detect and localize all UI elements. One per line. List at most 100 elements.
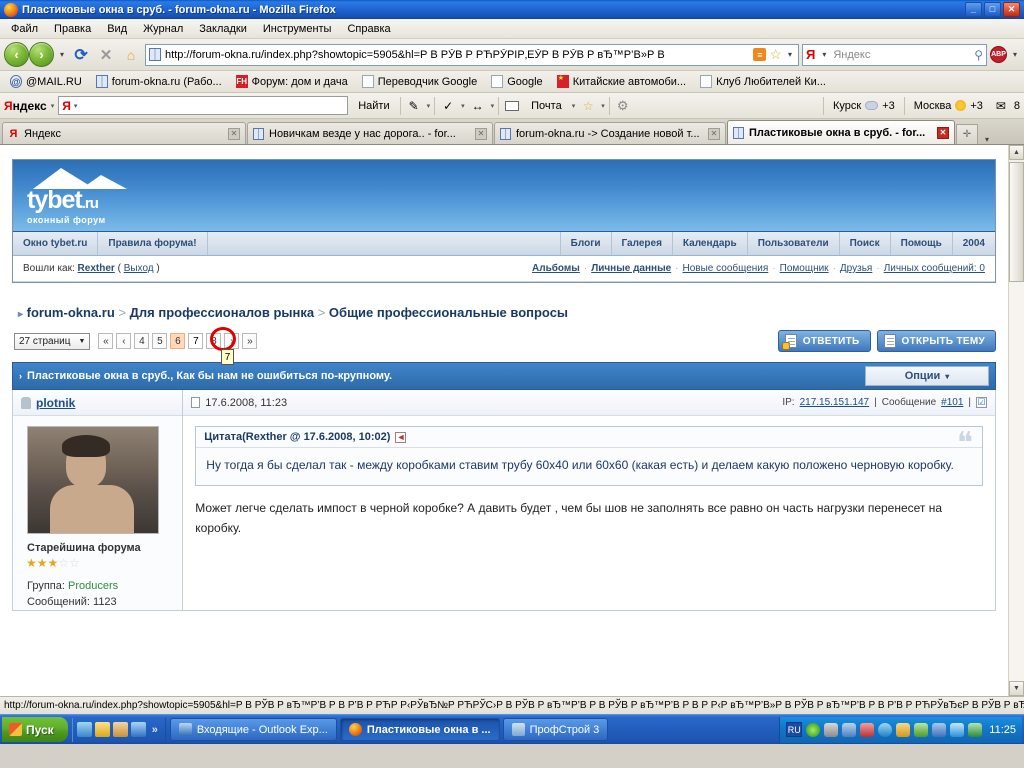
link-assistant[interactable]: Помощник	[780, 263, 829, 274]
mail-count-icon[interactable]: ✉	[992, 97, 1010, 115]
reply-button[interactable]: ОТВЕТИТЬ	[777, 330, 871, 352]
quote-collapse-icon[interactable]: ◄	[395, 431, 407, 443]
breadcrumb-level1[interactable]: Для профессионалов рынка	[130, 305, 314, 320]
minimize-button[interactable]: _	[965, 2, 982, 17]
chevron-down-icon[interactable]: ▾	[601, 102, 605, 110]
scrollbar-track[interactable]	[1009, 282, 1024, 681]
page-last[interactable]: »	[242, 333, 258, 349]
taskbar-item-firefox[interactable]: Пластиковые окна в ...	[339, 718, 500, 741]
tab-novichkam[interactable]: Новичкам везде у нас дорога.. - for... ✕	[247, 122, 493, 144]
menu-view[interactable]: Вид	[100, 21, 134, 37]
nav-okno-tybet[interactable]: Окно tybet.ru	[13, 232, 99, 255]
group-value[interactable]: Producers	[68, 580, 118, 592]
tab-new-topic[interactable]: forum-okna.ru -> Создание новой т... ✕	[494, 122, 726, 144]
menu-bookmarks[interactable]: Закладки	[192, 21, 254, 37]
translate-icon[interactable]: ↔	[469, 97, 487, 115]
weather-widget-kursk[interactable]: Курск +3	[828, 100, 900, 112]
page-next[interactable]: ›	[224, 333, 240, 349]
quicklaunch-folder-icon[interactable]	[112, 722, 128, 737]
back-button[interactable]: ‹	[4, 42, 29, 67]
bookmark-item[interactable]: forum-okna.ru (Рабо...	[90, 74, 228, 89]
ip-address[interactable]: 217.15.151.147	[800, 397, 870, 408]
reload-icon[interactable]: ⟳	[70, 44, 92, 66]
new-tab-button[interactable]: ✛	[956, 124, 978, 144]
nav-kalendar[interactable]: Календарь	[671, 232, 747, 255]
link-albums[interactable]: Альбомы	[532, 263, 580, 274]
close-button[interactable]: ✕	[1003, 2, 1020, 17]
forward-button[interactable]: ›	[29, 42, 54, 67]
menu-history[interactable]: Журнал	[136, 21, 190, 37]
breadcrumb-level2[interactable]: Общие профессиональные вопросы	[329, 305, 568, 320]
weather-widget-moscow[interactable]: Москва +3	[909, 100, 988, 112]
nav-pomosch[interactable]: Помощь	[889, 232, 952, 255]
tray-network-icon[interactable]	[842, 722, 857, 737]
tray-sync-icon[interactable]	[950, 722, 965, 737]
link-private-messages[interactable]: Личных сообщений: 0	[884, 263, 985, 274]
tybet-logo[interactable]: tybet.ru оконный форум	[27, 168, 145, 225]
page-8[interactable]: 8	[206, 333, 222, 349]
options-button[interactable]: Опции ▾	[865, 366, 989, 386]
search-icon[interactable]: ⚲	[974, 48, 983, 62]
tray-messenger-icon[interactable]	[878, 722, 893, 737]
maximize-button[interactable]: □	[984, 2, 1001, 17]
page-5[interactable]: 5	[152, 333, 168, 349]
tray-antivirus-icon[interactable]	[806, 722, 821, 737]
tab-list-icon[interactable]: ▾	[979, 135, 995, 144]
page-first[interactable]: «	[98, 333, 114, 349]
link-new-messages[interactable]: Новые сообщения	[683, 263, 769, 274]
link-friends[interactable]: Друзья	[840, 263, 872, 274]
page-4[interactable]: 4	[134, 333, 150, 349]
search-engine-chevron-icon[interactable]: ▾	[819, 50, 829, 59]
url-bar[interactable]: http://forum-okna.ru/index.php?showtopic…	[145, 43, 799, 66]
tray-printer-icon[interactable]	[914, 722, 929, 737]
chevron-down-icon[interactable]: ▾	[51, 102, 55, 110]
menu-file[interactable]: Файл	[4, 21, 45, 37]
post-author-name[interactable]: plotnik	[36, 396, 75, 410]
stop-icon[interactable]: ✕	[95, 44, 117, 66]
bookmark-item[interactable]: FH Форум: дом и дача	[230, 74, 354, 89]
page-prev[interactable]: ‹	[116, 333, 132, 349]
adblock-icon[interactable]: ABP	[989, 46, 1007, 63]
language-indicator[interactable]: RU	[786, 722, 803, 737]
chevron-down-icon[interactable]: ▾	[461, 102, 465, 110]
page-7-current[interactable]: 7	[188, 333, 204, 349]
chevron-down-icon[interactable]: ▾	[491, 102, 495, 110]
url-dropdown-icon[interactable]: ▾	[785, 50, 795, 59]
gear-icon[interactable]: ⚙	[614, 97, 632, 115]
search-box[interactable]: Я ▾ Яндекс ⚲	[801, 43, 987, 66]
scroll-down-button[interactable]: ▼	[1009, 681, 1024, 696]
new-topic-button[interactable]: ОТКРЫТЬ ТЕМУ	[876, 330, 996, 352]
bookmark-item[interactable]: Клуб Любителей Ки...	[694, 74, 832, 89]
post-checkbox[interactable]: ☑	[976, 397, 987, 408]
nav-galereya[interactable]: Галерея	[610, 232, 672, 255]
tray-download-icon[interactable]	[896, 722, 911, 737]
tray-update-icon[interactable]	[860, 722, 875, 737]
tray-display-icon[interactable]	[932, 722, 947, 737]
favorites-star-icon[interactable]: ☆	[579, 97, 597, 115]
yandex-mail-button[interactable]: Почта	[525, 99, 568, 113]
rss-icon[interactable]: ≡	[753, 48, 767, 61]
bookmark-item[interactable]: Переводчик Google	[356, 74, 484, 89]
close-icon[interactable]: ✕	[475, 127, 487, 140]
logout-link[interactable]: Выход	[124, 263, 154, 274]
quicklaunch-overflow-icon[interactable]: »	[149, 724, 161, 736]
yandex-logo[interactable]: Яндекс	[4, 99, 47, 113]
tab-plastikovye-okna[interactable]: Пластиковые окна в сруб. - for... ✕	[727, 120, 955, 144]
taskbar-item-outlook[interactable]: Входящие - Outlook Exp...	[169, 718, 337, 741]
quicklaunch-media-icon[interactable]	[76, 722, 92, 737]
chevron-down-icon[interactable]: ▾	[57, 50, 67, 59]
nav-2004[interactable]: 2004	[951, 232, 995, 255]
nav-pravila-foruma[interactable]: Правила форума!	[98, 232, 208, 255]
quicklaunch-app-icon[interactable]	[94, 722, 110, 737]
tray-shield-icon[interactable]	[968, 722, 983, 737]
tab-yandex[interactable]: Я Яндекс ✕	[2, 122, 246, 144]
nav-poisk[interactable]: Поиск	[838, 232, 890, 255]
menu-edit[interactable]: Правка	[47, 21, 98, 37]
quicklaunch-browser-icon[interactable]	[130, 722, 146, 737]
search-input[interactable]: Яндекс	[833, 49, 970, 61]
menu-help[interactable]: Справка	[340, 21, 397, 37]
highlight-pen-icon[interactable]: ✎	[405, 97, 423, 115]
bookmark-item[interactable]: @ @MAIL.RU	[4, 74, 88, 89]
bookmark-star-icon[interactable]: ☆	[769, 46, 782, 63]
pages-select[interactable]: 27 страниц ▼	[14, 332, 91, 350]
